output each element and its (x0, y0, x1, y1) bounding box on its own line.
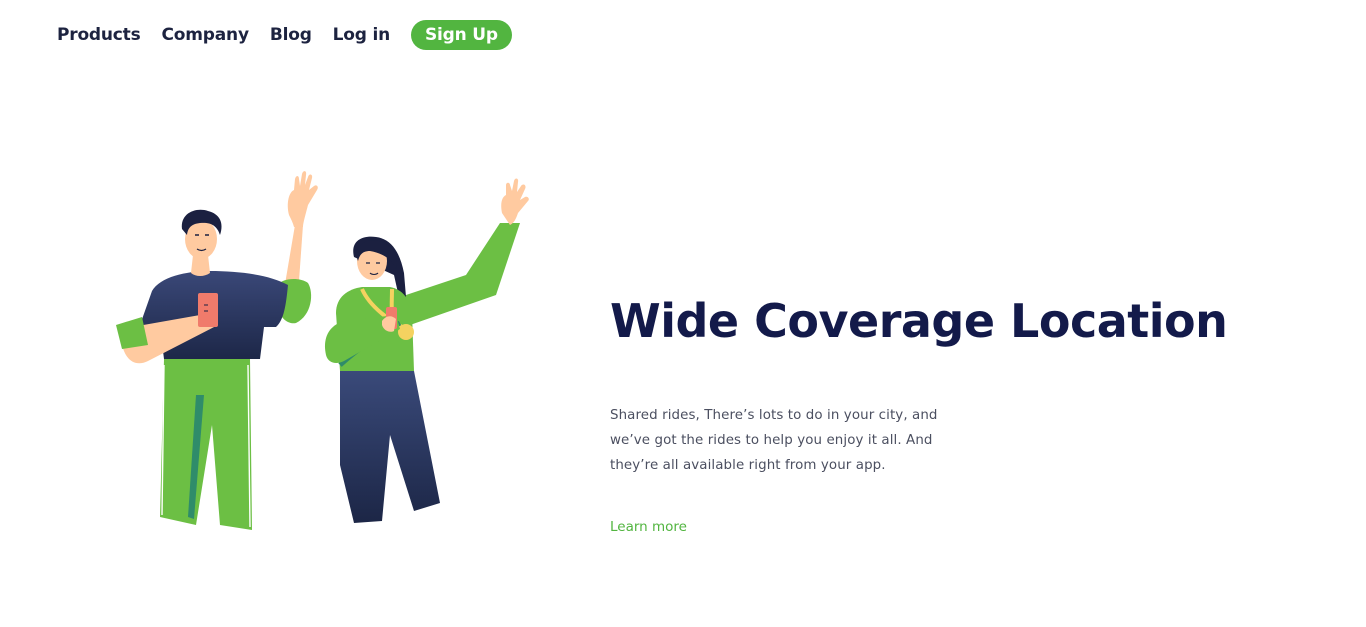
hero-title: Wide Coverage Location (610, 294, 1228, 348)
signup-button[interactable]: Sign Up (411, 19, 512, 50)
woman-figure (324, 178, 529, 523)
man-figure (116, 171, 318, 530)
top-nav: Products Company Blog Log in Sign Up (57, 19, 512, 50)
nav-company[interactable]: Company (162, 25, 249, 45)
riders-illustration (116, 171, 529, 530)
nav-products[interactable]: Products (57, 25, 141, 45)
nav-login[interactable]: Log in (333, 25, 391, 45)
hero-description: Shared rides, There’s lots to do in your… (610, 408, 938, 474)
learn-more-link[interactable]: Learn more (610, 519, 687, 535)
nav-blog[interactable]: Blog (270, 25, 312, 45)
page: Products Company Blog Log in Sign Up Wid… (0, 0, 1366, 627)
